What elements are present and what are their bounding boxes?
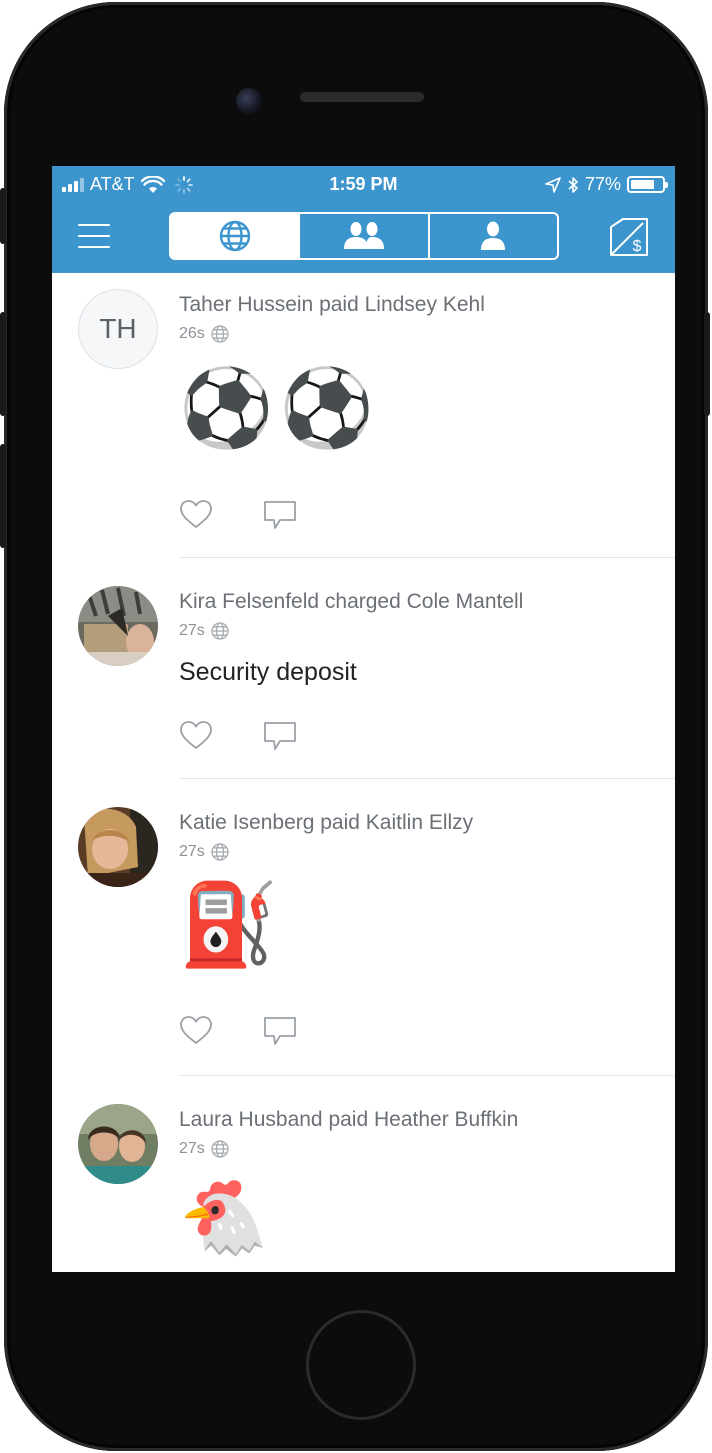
story-time: 27s (179, 1140, 205, 1157)
earpiece-speaker (300, 92, 424, 102)
public-globe-icon (211, 622, 229, 640)
public-globe-icon (211, 325, 229, 343)
story-actions (179, 1015, 297, 1047)
svg-text:$: $ (633, 238, 642, 255)
hamburger-menu-icon[interactable] (78, 224, 110, 250)
story-title[interactable]: Katie Isenberg paid Kaitlin Ellzy (179, 811, 473, 835)
person-icon (481, 221, 506, 250)
nav-bar: $ (52, 202, 675, 273)
story-actions (179, 720, 297, 752)
feed-item[interactable]: Kira Felsenfeld charged Cole Mantell 27s… (52, 570, 675, 779)
story-time: 27s (179, 843, 205, 860)
volume-down-button (0, 444, 6, 548)
like-heart-icon[interactable] (179, 1015, 213, 1045)
story-title[interactable]: Laura Husband paid Heather Buffkin (179, 1108, 518, 1132)
story-note-emoji: ⚽⚽ (179, 366, 381, 451)
location-arrow-icon (545, 176, 561, 193)
bluetooth-icon (568, 176, 578, 193)
comment-bubble-icon[interactable] (263, 499, 297, 531)
comment-bubble-icon[interactable] (263, 720, 297, 752)
feed-item[interactable]: Katie Isenberg paid Kaitlin Ellzy 27s ⛽ (52, 791, 675, 1076)
avatar[interactable] (78, 807, 158, 887)
avatar-photo (78, 1104, 158, 1184)
story-note-emoji: ⛽ (179, 880, 279, 969)
app-screen: AT&T 1:59 PM 77% $ TH Taher Hussein paid… (52, 166, 675, 1272)
divider (179, 557, 675, 558)
story-title[interactable]: Taher Hussein paid Lindsey Kehl (179, 293, 485, 317)
avatar-photo (78, 586, 158, 666)
front-camera (236, 88, 262, 114)
avatar[interactable]: TH (78, 289, 158, 369)
story-title[interactable]: Kira Felsenfeld charged Cole Mantell (179, 590, 523, 614)
comment-bubble-icon[interactable] (263, 1015, 297, 1047)
public-globe-icon (211, 843, 229, 861)
avatar[interactable] (78, 586, 158, 666)
power-button (704, 312, 710, 416)
feed-item[interactable]: TH Taher Hussein paid Lindsey Kehl 26s ⚽… (52, 273, 675, 558)
story-time: 27s (179, 622, 205, 639)
globe-icon (219, 220, 250, 252)
status-right: 77% (545, 174, 668, 195)
story-meta: 27s (179, 843, 229, 861)
story-note-text: Security deposit (179, 658, 357, 686)
story-meta: 26s (179, 325, 229, 343)
mute-switch (0, 188, 6, 244)
tab-mine[interactable] (427, 214, 557, 258)
tab-friends[interactable] (298, 214, 427, 258)
story-note-emoji: 🐔 (179, 1178, 269, 1258)
avatar-photo (78, 807, 158, 887)
volume-up-button (0, 312, 6, 416)
home-button[interactable] (306, 1310, 416, 1420)
divider (179, 778, 675, 779)
battery-icon (627, 176, 668, 193)
feed-item[interactable]: Laura Husband paid Heather Buffkin 27s 🐔 (52, 1088, 675, 1272)
tab-global[interactable] (171, 214, 299, 258)
friends-icon (343, 222, 384, 249)
divider (179, 1075, 675, 1076)
story-meta: 27s (179, 622, 229, 640)
battery-percent: 77% (584, 174, 621, 194)
story-meta: 27s (179, 1140, 229, 1158)
story-time: 26s (179, 325, 205, 342)
story-actions (179, 499, 297, 531)
like-heart-icon[interactable] (179, 720, 213, 750)
feed-segmented-control (169, 212, 559, 260)
public-globe-icon (211, 1140, 229, 1158)
like-heart-icon[interactable] (179, 499, 213, 529)
pay-or-request-icon[interactable]: $ (607, 215, 651, 259)
battery-fill (631, 180, 655, 189)
status-bar: AT&T 1:59 PM 77% (52, 166, 675, 202)
avatar[interactable] (78, 1104, 158, 1184)
